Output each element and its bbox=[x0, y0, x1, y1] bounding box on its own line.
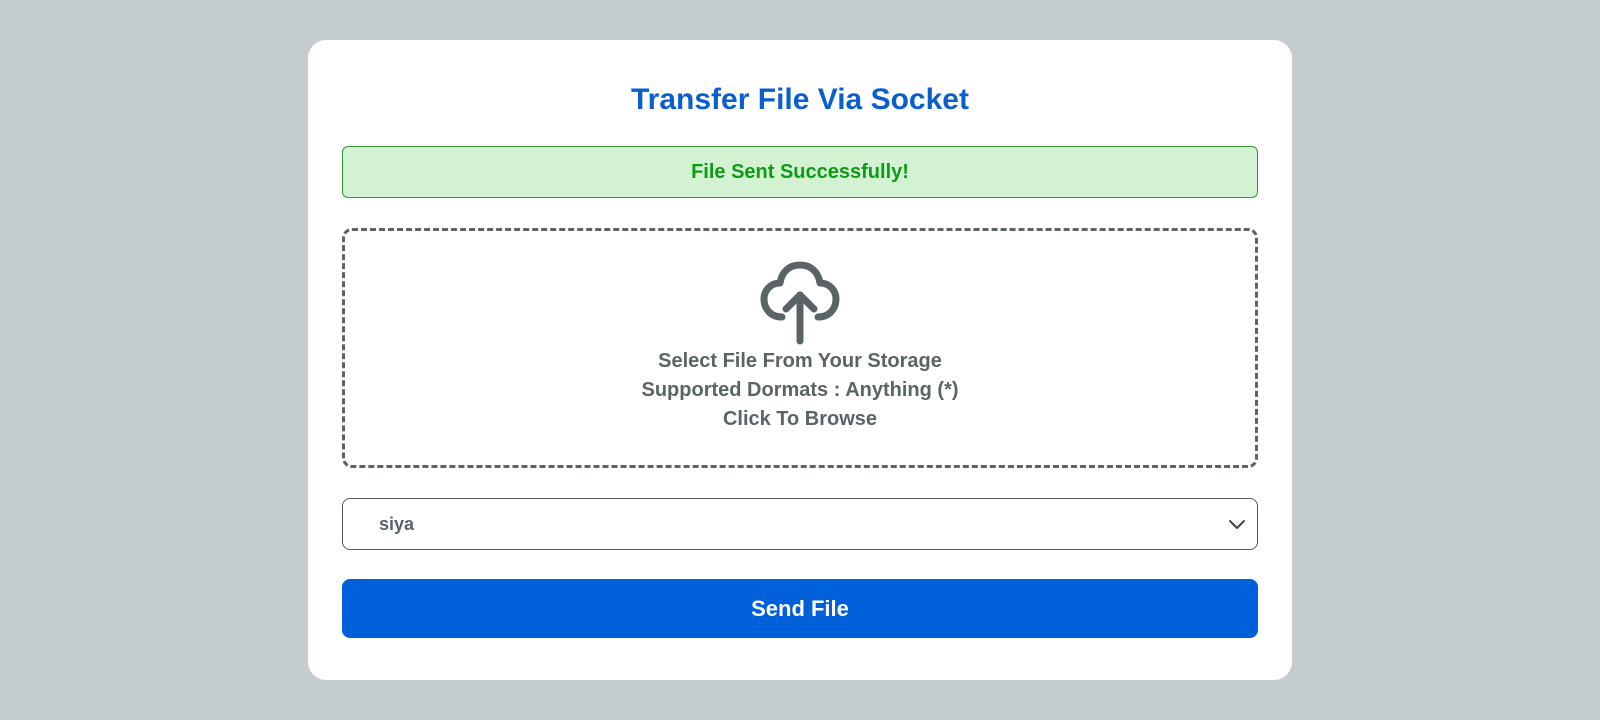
chevron-down-icon bbox=[1229, 520, 1245, 529]
page-title: Transfer File Via Socket bbox=[631, 83, 969, 116]
recipient-select[interactable]: siya bbox=[342, 498, 1258, 550]
file-dropzone[interactable]: Select File From Your Storage Supported … bbox=[342, 228, 1258, 468]
file-transfer-card: Transfer File Via Socket File Sent Succe… bbox=[308, 40, 1292, 680]
success-alert: File Sent Successfully! bbox=[342, 146, 1258, 198]
dropzone-browse-hint: Click To Browse bbox=[722, 408, 878, 430]
dropzone-instruction: Select File From Your Storage bbox=[658, 350, 942, 372]
dropzone-supported-formats: Supported Dormats : Anything (*) bbox=[641, 379, 959, 401]
recipient-select-value: siya bbox=[379, 514, 415, 534]
alert-message: File Sent Successfully! bbox=[691, 160, 909, 183]
send-file-button[interactable]: Send File bbox=[342, 579, 1258, 638]
cloud-upload-icon bbox=[760, 261, 840, 345]
